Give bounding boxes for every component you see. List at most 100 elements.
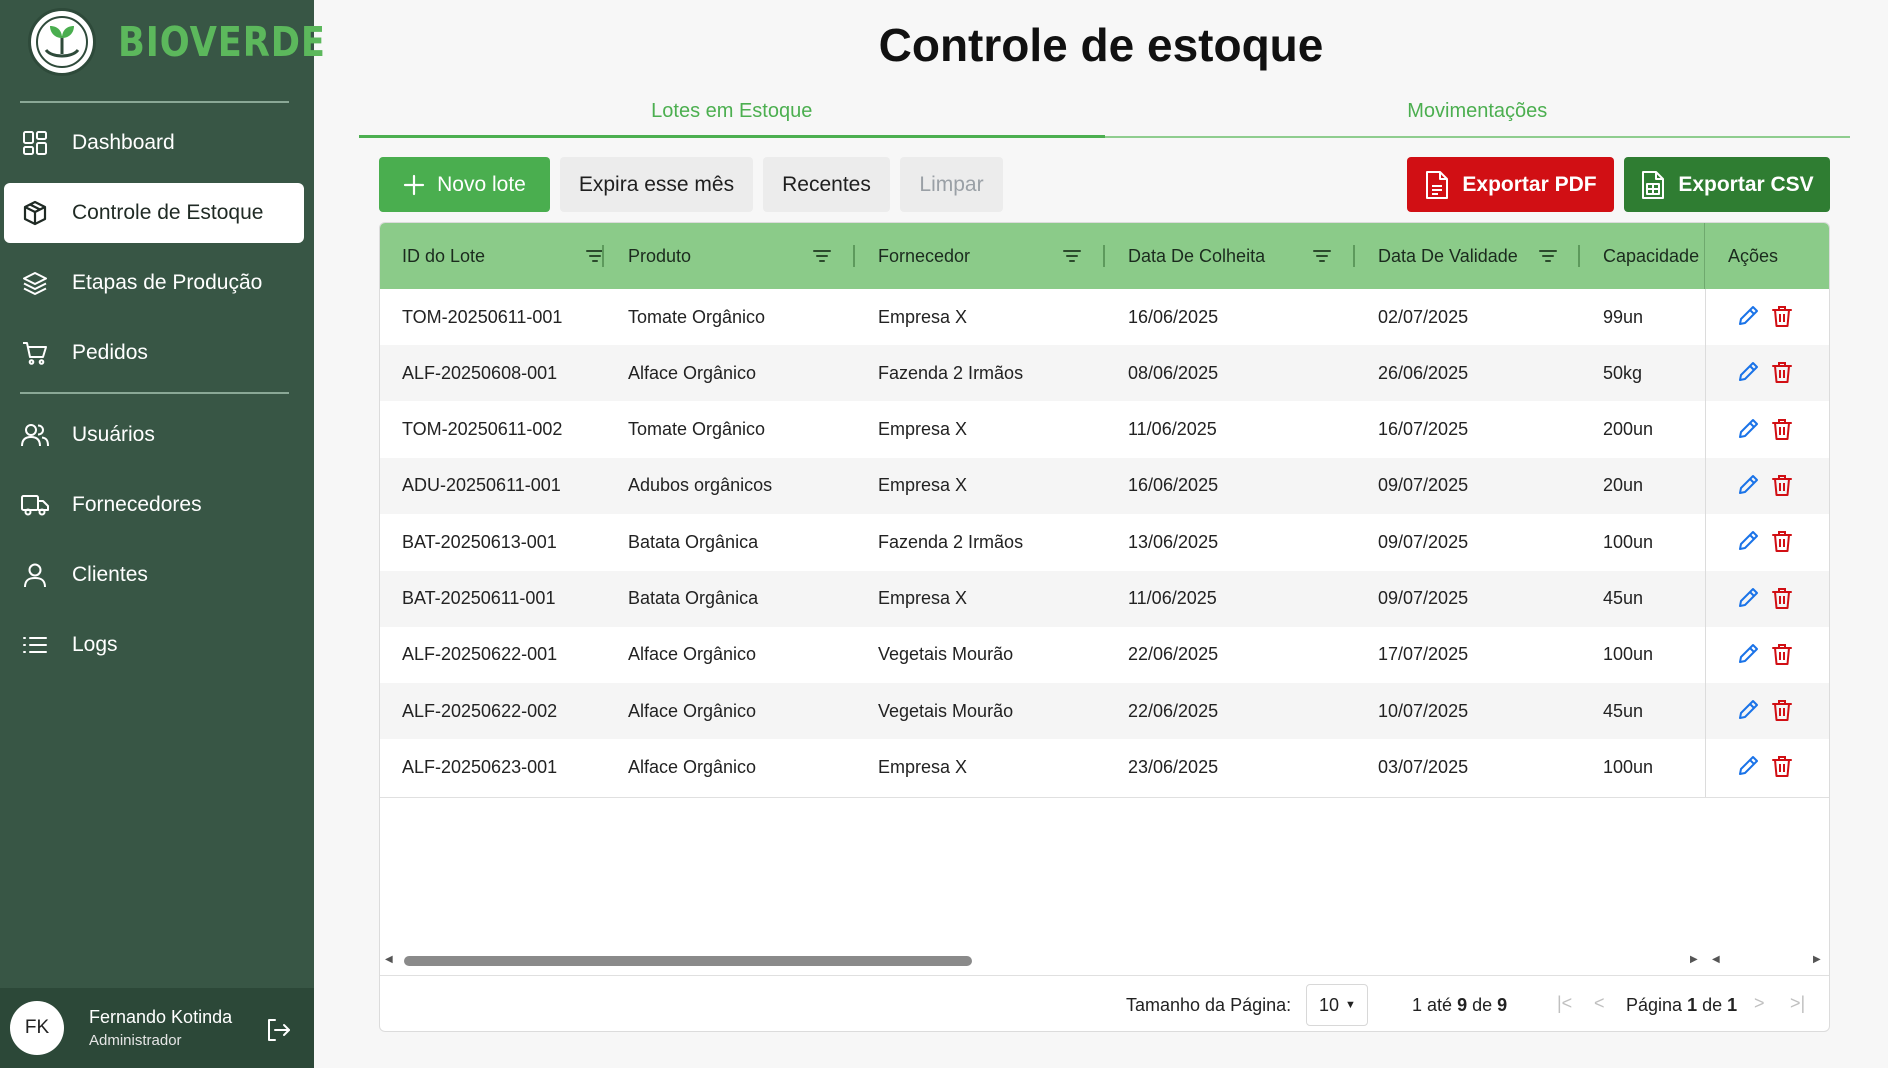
table-header: ID do Lote Produto Fornecedor Data De Co… bbox=[380, 223, 1829, 289]
sidebar-item-label: Pedidos bbox=[72, 341, 148, 364]
column-header-data-de-validade[interactable]: Data De Validade bbox=[1378, 223, 1578, 289]
scroll-left-icon[interactable]: ◀ bbox=[385, 954, 393, 965]
cell-capacidade: 50kg bbox=[1603, 362, 1643, 383]
export-csv-label: Exportar CSV bbox=[1678, 172, 1814, 196]
filter-icon[interactable] bbox=[1062, 247, 1082, 265]
layers-icon bbox=[20, 268, 50, 298]
prev-page-icon[interactable]: < bbox=[1594, 993, 1605, 1014]
cell-id: TOM-20250611-002 bbox=[402, 419, 563, 440]
cell-produto: Batata Orgânica bbox=[628, 588, 759, 608]
list-icon bbox=[20, 630, 50, 660]
column-header-id-do-lote[interactable]: ID do Lote bbox=[402, 223, 604, 289]
sidebar-item-fornecedores[interactable]: Fornecedores bbox=[4, 475, 304, 535]
cell-fornecedor: Empresa X bbox=[878, 475, 968, 496]
column-separator[interactable] bbox=[853, 245, 855, 267]
tab-lotes-em-estoque[interactable]: Lotes em Estoque bbox=[359, 92, 1105, 138]
column-separator[interactable] bbox=[1353, 245, 1355, 267]
new-lot-label: Novo lote bbox=[437, 172, 526, 196]
cell-colheita: 22/06/2025 bbox=[1128, 644, 1219, 665]
cell-colheita: 11/06/2025 bbox=[1128, 588, 1217, 608]
tabs: Lotes em Estoque Movimentações bbox=[359, 92, 1850, 138]
range-connector: de bbox=[1472, 995, 1493, 1015]
table-row[interactable]: TOM-20250611-001 Tomate Orgânico Empresa X… bbox=[380, 289, 1829, 345]
next-page-icon[interactable]: > bbox=[1754, 993, 1765, 1014]
avatar[interactable]: FK bbox=[10, 1001, 64, 1055]
table-row[interactable]: ALF-20250622-002 Alface Orgânico Vegetais … bbox=[380, 683, 1829, 740]
column-header-data-de-colheita[interactable]: Data De Colheita bbox=[1128, 223, 1331, 289]
range-from: 1 bbox=[1412, 995, 1423, 1015]
table-row[interactable]: ADU-20250611-001 Adubos orgânicos Empresa … bbox=[380, 457, 1829, 514]
column-separator[interactable] bbox=[1578, 245, 1580, 267]
cell-produto: Batata Orgânica bbox=[628, 531, 759, 552]
cell-colheita: 22/06/2025 bbox=[1128, 700, 1219, 721]
column-label: Data De Colheita bbox=[1128, 245, 1266, 266]
logout-icon[interactable] bbox=[264, 1016, 292, 1044]
sidebar-item-label: Dashboard bbox=[72, 131, 175, 154]
filter-icon[interactable] bbox=[812, 247, 832, 265]
sidebar-item-controle-de-estoque[interactable]: Controle de Estoque bbox=[4, 183, 304, 243]
export-csv-button[interactable]: Exportar CSV bbox=[1624, 157, 1830, 212]
expires-this-month-button[interactable]: Expira esse mês bbox=[560, 157, 753, 212]
lots-table: ID do Lote Produto Fornecedor Data De Co… bbox=[379, 222, 1830, 1032]
sidebar-item-label: Controle de Estoque bbox=[72, 201, 264, 224]
new-lot-button[interactable]: Novo lote bbox=[379, 157, 550, 212]
column-header-capacidade[interactable]: Capacidade bbox=[1603, 223, 1703, 289]
sidebar-item-etapas-de-producao[interactable]: Etapas de Produção bbox=[4, 253, 304, 313]
clear-button[interactable]: Limpar bbox=[900, 157, 1003, 212]
cell-id: BAT-20250611-001 bbox=[402, 588, 556, 608]
table-row[interactable]: ALF-20250622-001 Alface Orgânico Vegetais … bbox=[380, 626, 1829, 683]
cell-fornecedor: Empresa X bbox=[878, 419, 968, 440]
column-header-produto[interactable]: Produto bbox=[628, 223, 831, 289]
filter-icon[interactable] bbox=[1538, 247, 1558, 265]
table-row[interactable]: BAT-20250613-001 Batata Orgânica Fazenda 2… bbox=[380, 514, 1829, 571]
cell-fornecedor: Fazenda 2 Irmãos bbox=[878, 531, 1024, 552]
row-range: 1 até 9 de 9 bbox=[1412, 995, 1507, 1016]
plus-icon bbox=[404, 174, 425, 195]
horizontal-scrollbar[interactable]: ◀ ▶ ◀ ▶ bbox=[380, 951, 1829, 969]
table-row[interactable]: TOM-20250611-002 Tomate Orgânico Empresa X… bbox=[380, 401, 1829, 458]
dashboard-icon bbox=[20, 128, 50, 158]
box-icon bbox=[20, 198, 50, 228]
filter-icon[interactable] bbox=[1312, 247, 1332, 265]
tab-movimentacoes[interactable]: Movimentações bbox=[1105, 92, 1851, 136]
cell-validade: 09/07/2025 bbox=[1378, 475, 1469, 496]
export-pdf-button[interactable]: Exportar PDF bbox=[1407, 157, 1614, 212]
sidebar-item-dashboard[interactable]: Dashboard bbox=[4, 113, 304, 173]
scroll-left-icon[interactable]: ◀ bbox=[1712, 954, 1720, 965]
column-header-fornecedor[interactable]: Fornecedor bbox=[878, 223, 1081, 289]
pagination: Tamanho da Página: 10 ▼ 1 até 9 de 9 |< … bbox=[380, 976, 1829, 1031]
page-size-select[interactable]: 10 ▼ bbox=[1306, 984, 1368, 1026]
export-pdf-label: Exportar PDF bbox=[1462, 172, 1597, 196]
sidebar-item-pedidos[interactable]: Pedidos bbox=[4, 323, 304, 383]
cell-validade: 09/07/2025 bbox=[1378, 588, 1469, 608]
recent-button[interactable]: Recentes bbox=[763, 157, 890, 212]
column-separator[interactable] bbox=[602, 245, 604, 267]
cell-produto: Alface Orgânico bbox=[628, 362, 757, 383]
page-title: Controle de estoque bbox=[878, 19, 1324, 71]
cell-id: ALF-20250608-001 bbox=[402, 362, 558, 383]
table-row[interactable]: ALF-20250608-001 Alface Orgânico Fazenda 2… bbox=[380, 345, 1829, 402]
scroll-right-icon[interactable]: ▶ bbox=[1690, 954, 1698, 965]
column-separator[interactable] bbox=[1103, 245, 1105, 267]
table-row[interactable]: BAT-20250611-001 Batata Orgânica Empresa X… bbox=[380, 570, 1829, 627]
page-total: 1 bbox=[1727, 995, 1738, 1015]
cell-id: ALF-20250622-002 bbox=[402, 700, 558, 721]
cell-capacidade: 100un bbox=[1603, 644, 1654, 665]
scrollbar-thumb[interactable] bbox=[404, 956, 972, 966]
cell-colheita: 16/06/2025 bbox=[1128, 306, 1219, 327]
cell-capacidade: 100un bbox=[1603, 531, 1654, 552]
user-role: Administrador bbox=[89, 1032, 182, 1049]
sidebar-item-usuarios[interactable]: Usuários bbox=[4, 405, 304, 465]
sidebar-item-logs[interactable]: Logs bbox=[4, 615, 304, 675]
sidebar: BIOVERDE Dashboard Controle de Estoque E… bbox=[0, 0, 325, 1068]
sidebar-divider bbox=[20, 101, 289, 103]
cell-capacidade: 99un bbox=[1603, 306, 1644, 327]
sidebar-item-clientes[interactable]: Clientes bbox=[4, 545, 304, 605]
range-total: 9 bbox=[1497, 995, 1508, 1015]
first-page-icon[interactable]: |< bbox=[1557, 993, 1572, 1014]
scroll-right-icon[interactable]: ▶ bbox=[1813, 954, 1821, 965]
table-row[interactable]: ALF-20250623-001 Alface Orgânico Empresa X… bbox=[380, 739, 1829, 796]
last-page-icon[interactable]: >| bbox=[1790, 993, 1805, 1014]
users-icon bbox=[20, 420, 50, 450]
range-connector: até bbox=[1427, 995, 1453, 1015]
